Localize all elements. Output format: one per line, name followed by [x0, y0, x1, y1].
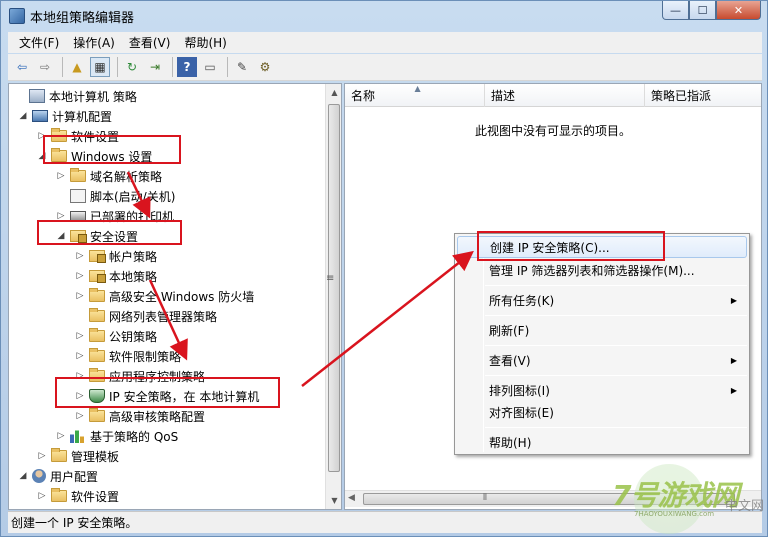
arrow-to-security [126, 171, 151, 219]
watermark-subtext: 7HAOYOUXIWANG.com [634, 510, 715, 518]
watermark-text: 7号游戏网 [612, 479, 739, 512]
watermark-cn-text: 中文网 [725, 499, 765, 514]
arrow-to-ip-security [148, 279, 188, 361]
annotation-arrows [126, 171, 474, 387]
site-watermark: 7号游戏网 7HAOYOUXIWANG.com 中文网 [612, 462, 768, 537]
arrow-to-create-policy [301, 250, 474, 387]
